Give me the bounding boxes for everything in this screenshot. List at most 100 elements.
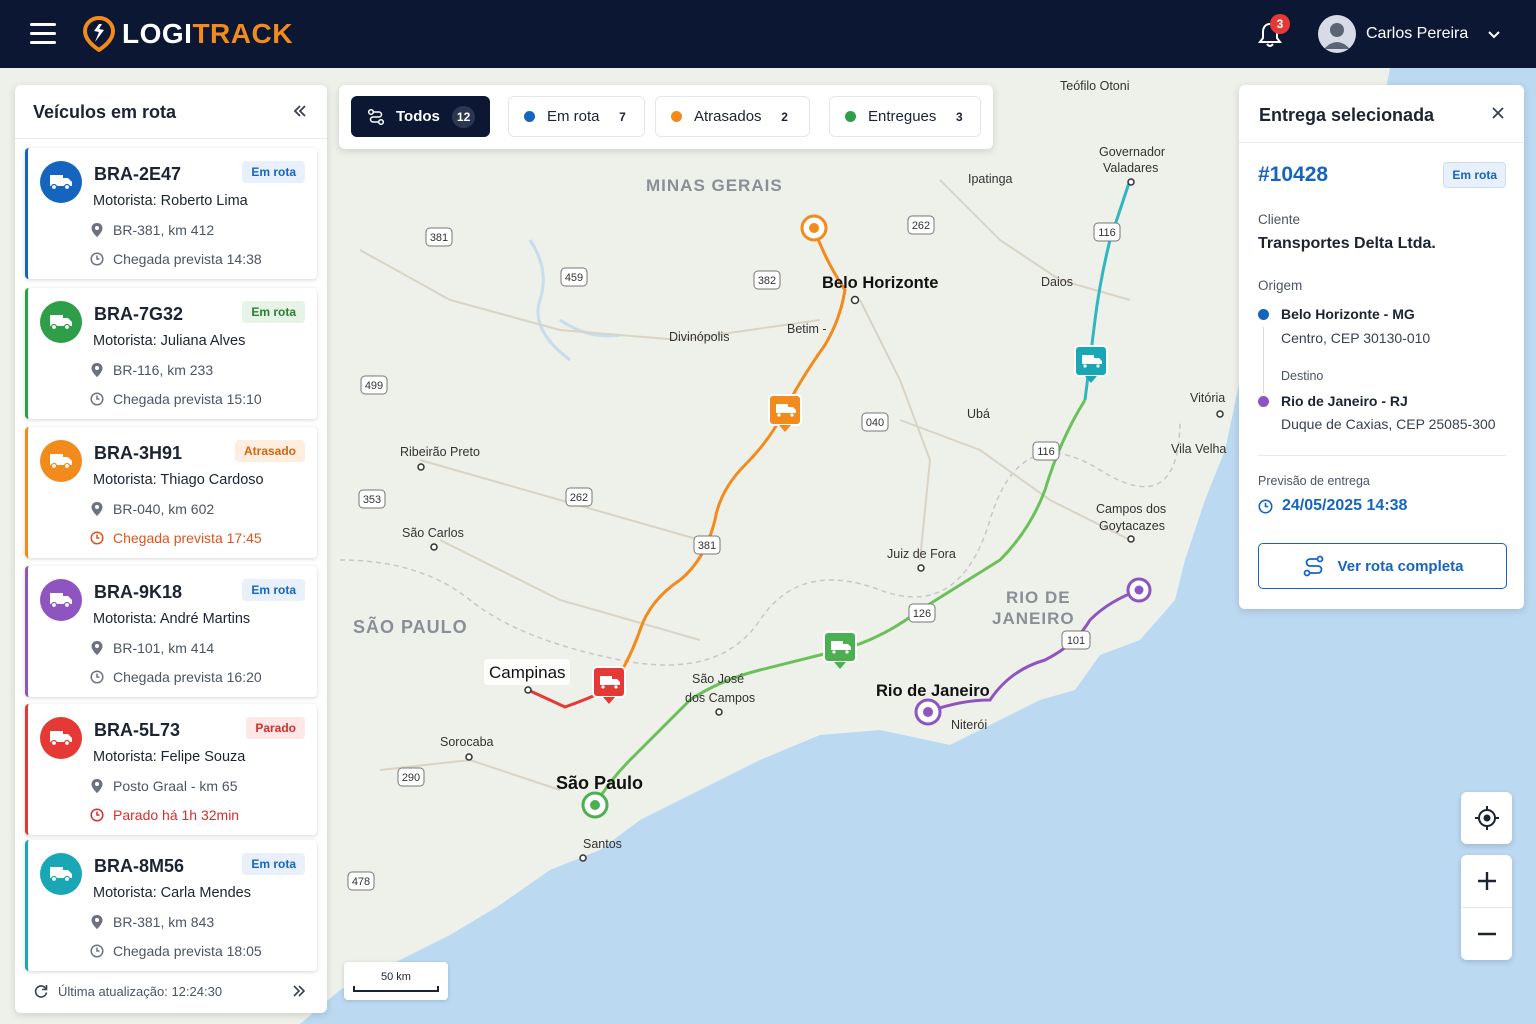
map-scale: 50 km [344,962,448,1000]
truck-icon [40,853,82,895]
origin-label: Origem [1258,278,1303,293]
vehicle-card[interactable]: BRA-8M56 Em rota Motorista: Carla Mendes… [25,840,317,971]
map-pin-icon [91,223,103,237]
filter-delivered-button[interactable]: Entregues 3 [829,96,981,137]
delivery-detail-panel: Entrega selecionada #10428 Em rota Clien… [1239,85,1524,609]
map-pin-icon [91,502,103,516]
close-icon[interactable] [1490,105,1506,121]
city-label: Vitória [1190,391,1225,405]
vehicle-plate: BRA-2E47 [94,164,182,184]
plus-icon [1477,872,1496,890]
last-update-bar: Última atualização: 12:24:30 [15,969,327,1013]
city-label: Campos dos [1096,502,1166,516]
svg-text:116: 116 [1098,227,1116,239]
vehicle-driver: Motorista: Juliana Alves [93,333,246,349]
status-badge: Em rota [242,579,305,601]
collapse-panel-icon[interactable] [289,101,309,121]
my-location-button[interactable] [1461,792,1512,844]
vehicle-location: BR-381, km 412 [90,222,214,238]
vehicles-panel: Veículos em rota BRA-2E47 Em rota Motori… [15,85,327,1013]
vehicle-location: BR-101, km 414 [90,640,214,656]
city-label: São José [692,672,744,686]
filter-en-route-button[interactable]: Em rota 7 [508,96,645,137]
road-shield: 382 [753,270,781,290]
expand-panel-icon[interactable] [291,983,307,999]
clock-icon [90,392,104,406]
status-dot [671,111,682,122]
city-label: Ubá [967,407,990,421]
truck-icon [40,579,82,621]
eta-value: 24/05/2025 14:38 [1258,497,1407,515]
svg-text:499: 499 [365,380,383,392]
status-badge: Em rota [242,853,305,875]
user-menu[interactable]: Carlos Pereira [1318,15,1502,53]
map-pin-icon [91,915,103,929]
refresh-icon[interactable] [33,983,49,999]
city-label: Daios [1041,275,1073,289]
filter-all-button[interactable]: Todos 12 [351,96,490,137]
svg-text:353: 353 [363,494,381,506]
route-connector [1263,327,1264,393]
major-city-label: Campinas [489,663,566,682]
vehicle-driver: Motorista: André Martins [93,611,251,627]
vehicle-card[interactable]: BRA-5L73 Parado Motorista: Felipe Souza … [25,704,317,835]
vehicle-driver: Motorista: Thiago Cardoso [93,472,264,488]
svg-text:126: 126 [913,608,931,620]
destination-address: Duque de Caxias, CEP 25085-300 [1281,416,1496,432]
user-avatar-icon [1324,23,1350,49]
map-scale-bar [353,986,439,992]
truck-icon [40,717,82,759]
vehicle-plate: BRA-3H91 [94,443,183,463]
notification-count-badge: 3 [1270,14,1290,34]
map-pin-icon [91,779,103,793]
city-label: dos Campos [685,691,755,705]
zoom-control [1461,855,1512,960]
vehicle-card[interactable]: BRA-2E47 Em rota Motorista: Roberto Lima… [25,148,317,279]
city-label: Ipatinga [968,172,1013,186]
vehicle-card[interactable]: BRA-3H91 Atrasado Motorista: Thiago Card… [25,427,317,558]
state-label: RIO DE [1006,588,1071,607]
destination-label: Destino [1281,369,1324,383]
status-badge: Em rota [242,301,305,323]
logo[interactable]: LOGITRACK [82,16,293,52]
clock-icon [90,670,104,684]
vehicle-card[interactable]: BRA-9K18 Em rota Motorista: André Martin… [25,566,317,697]
origin-marker-purple [1126,577,1152,603]
vehicle-location: BR-040, km 602 [90,501,214,517]
menu-icon[interactable] [30,23,56,45]
road-shield: 262 [565,487,593,507]
vehicle-eta: Chegada prevista 17:45 [90,530,262,546]
road-shield: 290 [397,767,425,787]
user-name: Carlos Pereira [1366,25,1469,42]
road-shield: 459 [560,267,588,287]
city-label: Vila Velha [1171,442,1226,456]
city-label: Goytacazes [1099,519,1165,533]
logo-mark-icon [82,16,116,52]
vehicle-eta: Chegada prevista 14:38 [90,251,262,267]
svg-text:478: 478 [352,876,370,888]
zoom-out-button[interactable] [1461,908,1512,960]
status-badge: Em rota [242,161,305,183]
road-shield: 478 [347,871,375,891]
status-badge: Parado [246,717,305,739]
vehicle-card[interactable]: BRA-7G32 Em rota Motorista: Juliana Alve… [25,288,317,419]
status-dot [845,111,856,122]
vehicle-location: BR-381, km 843 [90,914,214,930]
filter-delayed-button[interactable]: Atrasados 2 [655,96,810,137]
destination-title: Rio de Janeiro - RJ [1281,393,1408,409]
vehicle-eta: Chegada prevista 18:05 [90,943,262,959]
city-label: Juiz de Fora [887,547,956,561]
svg-text:262: 262 [912,220,930,232]
status-filter-bar: Todos 12 Em rota 7 Atrasados 2 Entregues… [339,85,993,149]
locate-control [1461,792,1512,844]
road-shield: 116 [1032,441,1060,461]
vehicles-panel-title: Veículos em rota [33,102,177,122]
road-shield: 262 [907,215,935,235]
city-label: Divinópolis [669,330,729,344]
road-shield: 101 [1061,630,1091,650]
vehicle-driver: Motorista: Felipe Souza [93,749,246,765]
zoom-in-button[interactable] [1461,855,1512,907]
route-icon [1303,555,1323,577]
clock-icon [90,531,104,545]
view-full-route-button[interactable]: Ver rota completa [1258,543,1507,589]
